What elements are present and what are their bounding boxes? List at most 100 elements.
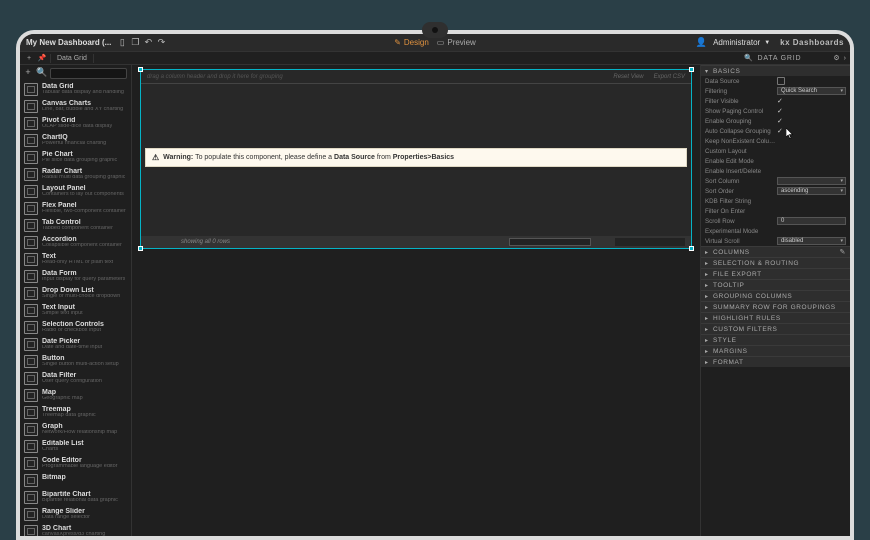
filter-visible-checkbox[interactable]: ✓ [777, 97, 783, 105]
prop-custom-layout: Custom Layout [701, 146, 850, 156]
palette-search-icon[interactable]: 🔍 [36, 67, 48, 79]
database-icon[interactable] [777, 77, 785, 85]
palette-item-name: Data Filter [42, 372, 102, 379]
undo-icon[interactable]: ↶ [143, 38, 153, 48]
warning-strong1: Data Source [334, 154, 375, 161]
palette-item[interactable]: TreemapTreemap data graphic [20, 404, 131, 421]
section-grouping-cols-label: GROUPING COLUMNS [713, 293, 792, 300]
palette-item[interactable]: Date PickerDate and date-time input [20, 336, 131, 353]
enable-grouping-checkbox[interactable]: ✓ [777, 117, 783, 125]
palette-item[interactable]: GraphNetwork/Flow relationship map [20, 421, 131, 438]
scroll-row-input[interactable]: 0 [777, 217, 846, 225]
show-paging-checkbox[interactable]: ✓ [777, 107, 783, 115]
palette-item-desc: Network/Flow relationship map [42, 430, 117, 436]
section-columns[interactable]: ▸COLUMNS✎ [701, 246, 850, 257]
palette-item[interactable]: Text InputSimple text input [20, 302, 131, 319]
section-basics-label: BASICS [713, 68, 740, 75]
palette-item[interactable]: Canvas ChartsLine, bar, bubble and XY ch… [20, 98, 131, 115]
section-basics[interactable]: ▾BASICS [701, 65, 850, 76]
add-tab-button[interactable]: + [24, 55, 34, 62]
component-icon [24, 406, 38, 419]
resize-handle-tr[interactable] [689, 67, 694, 72]
design-mode-button[interactable]: ✎Design [394, 38, 429, 47]
section-margins[interactable]: ▸MARGINS [701, 345, 850, 356]
palette-item[interactable]: Flex PanelFlexible, two-component contai… [20, 200, 131, 217]
palette-item-name: Accordion [42, 236, 122, 243]
copy-icon[interactable]: ❐ [130, 38, 140, 48]
section-grouping-cols[interactable]: ▸GROUPING COLUMNS [701, 290, 850, 301]
user-menu[interactable]: Administrator [713, 38, 760, 47]
data-grid-component[interactable]: drag a column header and drop it here fo… [140, 69, 692, 249]
section-format[interactable]: ▸FORMAT [701, 356, 850, 367]
palette-item[interactable]: Bipartite ChartBipartite relational data… [20, 489, 131, 506]
palette-item[interactable]: Tab ControlTabbed component container [20, 217, 131, 234]
section-margins-label: MARGINS [713, 348, 748, 355]
auto-collapse-checkbox[interactable]: ✓ [777, 127, 783, 135]
palette-item[interactable]: Pie ChartPie slice data grouping graphic [20, 149, 131, 166]
prop-kdb-filter-label: KDB Filter String [705, 198, 777, 205]
palette-item[interactable]: ButtonSingle button multi-action setup [20, 353, 131, 370]
sort-order-dropdown[interactable]: ascending [777, 187, 846, 195]
palette-item[interactable]: Editable ListCharts [20, 438, 131, 455]
prop-enable-insert-delete: Enable Insert/Delete [701, 166, 850, 176]
prop-data-source-label: Data Source [705, 78, 777, 85]
edit-columns-icon[interactable]: ✎ [840, 248, 846, 256]
new-doc-icon[interactable]: ▯ [117, 38, 127, 48]
palette-item[interactable]: Data GridTabular data display and handli… [20, 81, 131, 98]
filtering-dropdown[interactable]: Quick Search [777, 87, 846, 95]
component-icon [24, 185, 38, 198]
section-style[interactable]: ▸STYLE [701, 334, 850, 345]
user-menu-caret-icon[interactable]: ▼ [764, 40, 770, 46]
design-canvas[interactable]: drag a column header and drop it here fo… [132, 65, 700, 536]
reset-view-button[interactable]: Reset View [613, 74, 643, 80]
preview-mode-button[interactable]: ▭Preview [437, 38, 476, 47]
pin-icon[interactable]: 📌 [37, 54, 47, 62]
palette-item[interactable]: Radar ChartRadial multi data grouping gr… [20, 166, 131, 183]
section-custom-filters[interactable]: ▸CUSTOM FILTERS [701, 323, 850, 334]
section-summary-row[interactable]: ▸SUMMARY ROW FOR GROUPINGS [701, 301, 850, 312]
palette-search-input[interactable] [50, 68, 127, 79]
section-file-export[interactable]: ▸FILE EXPORT [701, 268, 850, 279]
settings-icon[interactable]: ⚙ [833, 54, 839, 62]
palette-item-name: Map [42, 389, 83, 396]
palette-item[interactable]: Pivot GridOLAP slide-dice data display [20, 115, 131, 132]
resize-handle-bl[interactable] [138, 246, 143, 251]
search-icon[interactable]: 🔍 [743, 54, 753, 62]
palette-item[interactable]: ChartIQPowerful financial charting [20, 132, 131, 149]
section-summary-row-label: SUMMARY ROW FOR GROUPINGS [713, 304, 836, 311]
palette-item-name: Selection Controls [42, 321, 104, 328]
resize-handle-tl[interactable] [138, 67, 143, 72]
prop-enable-grouping: Enable Grouping✓ [701, 116, 850, 126]
palette-item[interactable]: Code EditorProgrammable language editor [20, 455, 131, 472]
palette-item[interactable]: Bitmap [20, 472, 131, 489]
tab-data-grid[interactable]: Data Grid [50, 54, 94, 63]
palette-item[interactable]: AccordionCollapsible component container [20, 234, 131, 251]
caret-right-icon: ▸ [705, 337, 711, 344]
virtual-scroll-dropdown[interactable]: disabled [777, 237, 846, 245]
sort-column-dropdown[interactable] [777, 177, 846, 185]
section-columns-label: COLUMNS [713, 249, 750, 256]
prop-data-source: Data Source [701, 76, 850, 86]
palette-item[interactable]: Selection ControlsRadio or checkbox inpu… [20, 319, 131, 336]
palette-item[interactable]: Layout PanelContainers to lay out compon… [20, 183, 131, 200]
palette-item[interactable]: Data FormInput display for query paramet… [20, 268, 131, 285]
resize-handle-br[interactable] [689, 246, 694, 251]
section-selection[interactable]: ▸SELECTION & ROUTING [701, 257, 850, 268]
grid-footer: showing all 0 rows [141, 236, 691, 248]
palette-item[interactable]: TextRead-only HTML or plain text [20, 251, 131, 268]
redo-icon[interactable]: ↷ [156, 38, 166, 48]
section-highlight[interactable]: ▸HIGHLIGHT RULES [701, 312, 850, 323]
palette-item[interactable]: Data FilterUser query configuration [20, 370, 131, 387]
component-icon [24, 100, 38, 113]
section-tooltip[interactable]: ▸TOOLTIP [701, 279, 850, 290]
add-icon[interactable]: + [22, 67, 34, 79]
component-icon [24, 474, 38, 487]
palette-item[interactable]: Drop Down ListSingle or multi-choice dro… [20, 285, 131, 302]
palette-item[interactable]: 3D ChartcanvasXpress/d3 charting [20, 523, 131, 536]
export-csv-button[interactable]: Export CSV [654, 74, 685, 80]
palette-item[interactable]: Range SliderData range selector [20, 506, 131, 523]
chevron-right-icon[interactable]: › [844, 55, 846, 62]
palette-item[interactable]: MapGeographic map [20, 387, 131, 404]
prop-filtering: FilteringQuick Search [701, 86, 850, 96]
tabstrip: + 📌 Data Grid 🔍 DATA GRID ⚙ › [20, 51, 850, 65]
